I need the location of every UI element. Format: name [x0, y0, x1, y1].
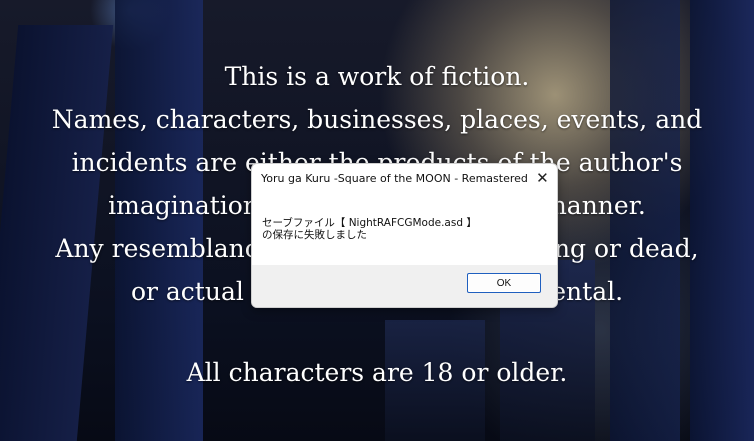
dialog-footer: OK	[252, 265, 557, 307]
dialog-message-line: セーブファイル【 NightRAFCGMode.asd 】	[262, 217, 477, 229]
age-notice: All characters are 18 or older.	[186, 358, 568, 387]
dialog-titlebar[interactable]: Yoru ga Kuru -Square of the MOON - Remas…	[252, 164, 557, 192]
error-dialog: Yoru ga Kuru -Square of the MOON - Remas…	[251, 163, 558, 308]
ok-button[interactable]: OK	[467, 273, 541, 293]
disclaimer-line: Names, characters, businesses, places, e…	[51, 105, 703, 134]
dialog-body: セーブファイル【 NightRAFCGMode.asd 】 の保存に失敗しました	[252, 192, 557, 265]
disclaimer-line: This is a work of fiction.	[224, 62, 530, 91]
close-icon[interactable]: ✕	[528, 164, 557, 192]
dialog-title: Yoru ga Kuru -Square of the MOON - Remas…	[261, 171, 528, 185]
dialog-message-line: の保存に失敗しました	[262, 229, 367, 241]
